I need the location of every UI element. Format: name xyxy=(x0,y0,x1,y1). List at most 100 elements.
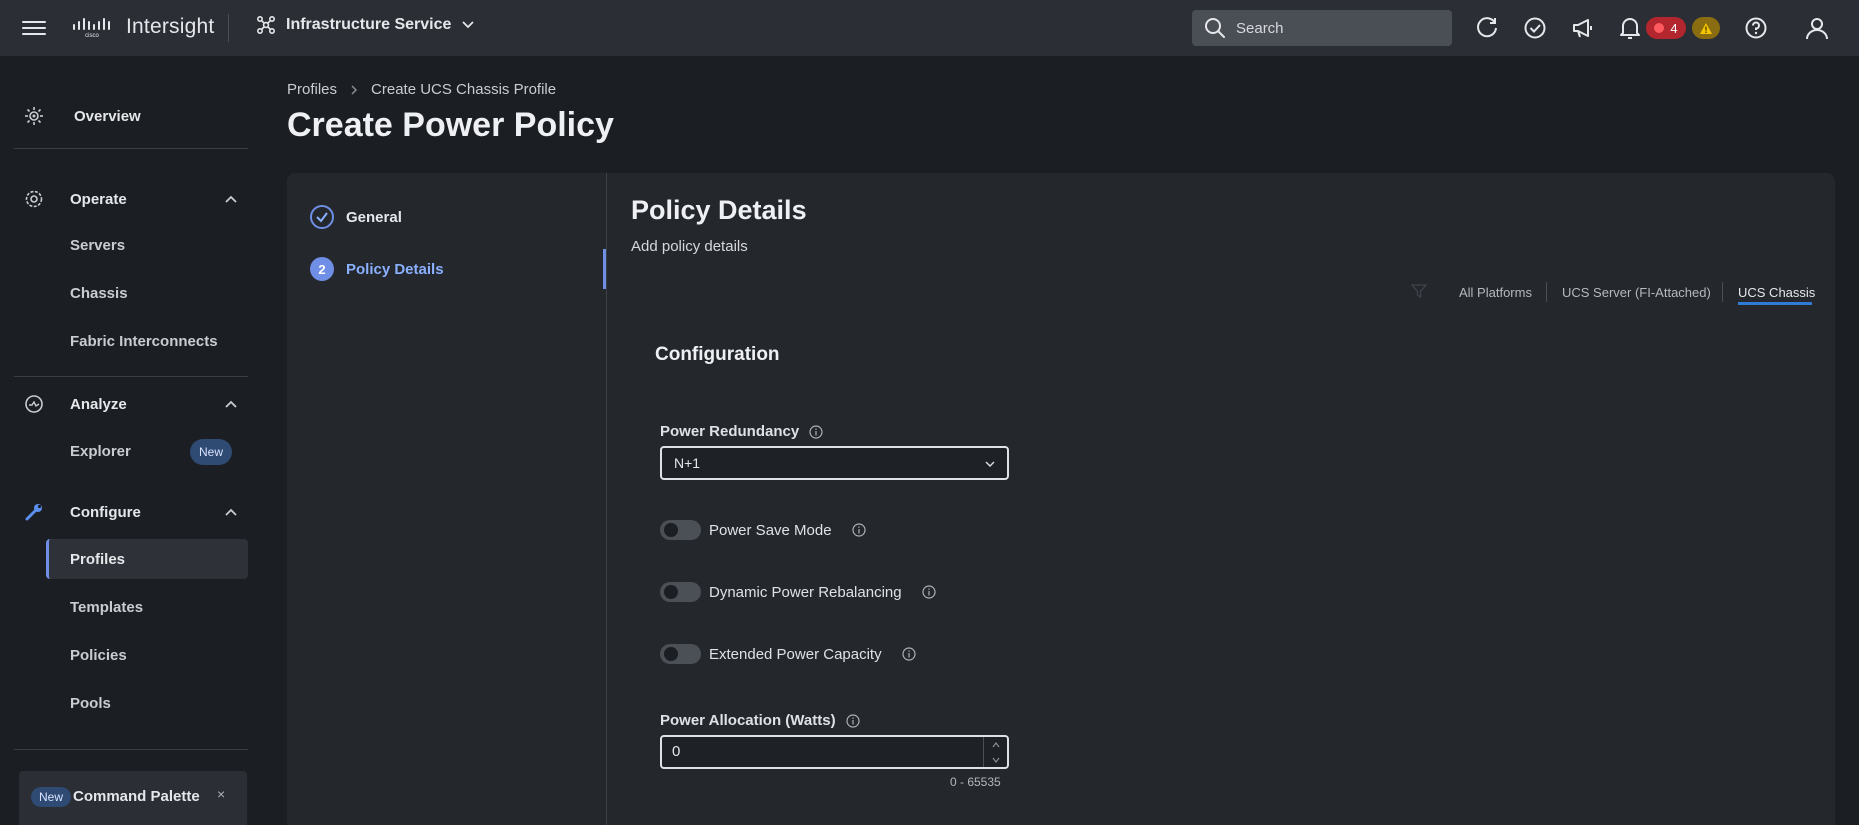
step-label: General xyxy=(346,208,402,226)
cisco-logo[interactable]: cisco xyxy=(72,16,112,38)
info-icon[interactable] xyxy=(921,585,936,599)
step-general[interactable]: General xyxy=(310,205,402,229)
sidebar-item-policies[interactable]: Policies xyxy=(0,637,253,673)
overview-icon xyxy=(25,107,43,125)
operate-icon xyxy=(25,190,43,208)
extended-power-capacity-toggle[interactable] xyxy=(660,644,701,664)
check-circle-icon[interactable] xyxy=(1522,15,1548,41)
alert-critical-icon xyxy=(1654,23,1665,33)
power-redundancy-label: Power Redundancy xyxy=(660,423,823,440)
power-save-mode-row: Power Save Mode xyxy=(660,520,866,540)
hamburger-icon[interactable] xyxy=(22,17,46,39)
chevron-up-icon xyxy=(225,508,237,516)
info-icon[interactable] xyxy=(902,647,916,661)
critical-count: 4 xyxy=(1670,20,1678,36)
toggle-label: Dynamic Power Rebalancing xyxy=(709,583,902,601)
chevron-up-icon xyxy=(225,400,237,408)
platform-tab-divider xyxy=(1546,282,1547,302)
sidebar: Overview Operate Servers Chassis Fabric … xyxy=(0,56,253,825)
check-icon xyxy=(310,205,334,229)
nav-configure-label: Configure xyxy=(70,503,141,521)
sidebar-divider xyxy=(14,148,248,149)
info-icon[interactable] xyxy=(809,424,823,439)
sidebar-item-label: Fabric Interconnects xyxy=(70,332,218,350)
dynamic-power-rebalancing-toggle[interactable] xyxy=(660,582,701,602)
power-allocation-label-text: Power Allocation (Watts) xyxy=(660,712,836,729)
platform-tab-fi-attached[interactable]: UCS Server (FI-Attached) xyxy=(1562,285,1711,300)
breadcrumb-profiles[interactable]: Profiles xyxy=(287,81,337,98)
top-bar: cisco Intersight Infrastructure Service … xyxy=(0,0,1859,56)
command-palette-banner[interactable]: New Command Palette × xyxy=(19,771,247,825)
nav-operate-label: Operate xyxy=(70,190,127,208)
service-switcher[interactable]: Infrastructure Service xyxy=(256,15,475,35)
power-allocation-label: Power Allocation (Watts) xyxy=(660,712,860,729)
sidebar-item-label: Profiles xyxy=(70,550,126,568)
chevron-right-icon xyxy=(351,84,358,95)
service-icon xyxy=(256,15,276,35)
step-number: 2 xyxy=(310,257,334,281)
sidebar-item-servers[interactable]: Servers xyxy=(0,227,253,263)
nav-analyze-label: Analyze xyxy=(70,395,127,413)
chevron-down-icon xyxy=(462,21,475,29)
power-redundancy-label-text: Power Redundancy xyxy=(660,423,800,440)
user-icon[interactable] xyxy=(1804,15,1830,41)
chevron-up-icon xyxy=(225,195,237,203)
stepper-down-icon[interactable] xyxy=(984,752,1007,767)
stepper-up-icon[interactable] xyxy=(984,737,1007,752)
power-allocation-range: 0 - 65535 xyxy=(950,775,1001,789)
nav-analyze[interactable]: Analyze xyxy=(0,386,253,422)
sidebar-item-label: Policies xyxy=(70,646,127,664)
page-title: Create Power Policy xyxy=(287,106,614,144)
megaphone-icon[interactable] xyxy=(1570,15,1596,41)
platform-tab-ucs-chassis[interactable]: UCS Chassis xyxy=(1738,285,1815,300)
close-icon[interactable]: × xyxy=(217,786,225,802)
power-redundancy-select[interactable]: N+1 xyxy=(660,446,1009,480)
refresh-icon[interactable] xyxy=(1474,15,1500,41)
info-icon[interactable] xyxy=(851,523,866,537)
search-input[interactable] xyxy=(1236,19,1436,37)
sidebar-item-chassis[interactable]: Chassis xyxy=(0,275,253,311)
nav-configure[interactable]: Configure xyxy=(0,494,253,530)
sidebar-divider xyxy=(14,376,248,377)
topbar-divider xyxy=(228,14,229,42)
platform-tab-divider xyxy=(1722,282,1723,302)
sidebar-item-label: Explorer xyxy=(70,442,131,460)
info-icon[interactable] xyxy=(845,713,860,728)
step-policy-details[interactable]: 2 Policy Details xyxy=(310,257,444,281)
svg-text:cisco: cisco xyxy=(85,33,99,38)
nav-operate[interactable]: Operate xyxy=(0,181,253,217)
search-icon xyxy=(1205,18,1225,38)
platform-tab-active-underline xyxy=(1738,302,1812,305)
wizard-card xyxy=(287,173,1835,825)
sidebar-item-pools[interactable]: Pools xyxy=(0,685,253,721)
warning-alarms-badge[interactable] xyxy=(1692,17,1720,39)
power-allocation-input[interactable] xyxy=(672,743,952,760)
analyze-icon xyxy=(25,395,43,413)
breadcrumb-create-chassis-profile[interactable]: Create UCS Chassis Profile xyxy=(371,81,556,98)
critical-alarms-badge[interactable]: 4 xyxy=(1646,17,1686,39)
power-save-mode-toggle[interactable] xyxy=(660,520,701,540)
power-allocation-field xyxy=(660,735,1009,769)
nav-overview[interactable]: Overview xyxy=(0,98,253,134)
sidebar-item-fabric-interconnects[interactable]: Fabric Interconnects xyxy=(0,323,253,359)
search-box[interactable] xyxy=(1192,10,1452,46)
sidebar-item-label: Servers xyxy=(70,236,126,254)
breadcrumb: Profiles Create UCS Chassis Profile xyxy=(287,81,556,98)
extended-power-capacity-row: Extended Power Capacity xyxy=(660,644,916,664)
new-badge: New xyxy=(31,787,72,807)
power-allocation-stepper xyxy=(983,737,1007,767)
filter-icon[interactable] xyxy=(1411,283,1427,299)
new-badge: New xyxy=(190,439,232,465)
sidebar-item-label: Pools xyxy=(70,694,111,712)
configuration-title: Configuration xyxy=(655,344,780,365)
wrench-icon xyxy=(25,504,42,521)
sidebar-item-profiles[interactable]: Profiles xyxy=(0,541,253,577)
sidebar-item-templates[interactable]: Templates xyxy=(0,589,253,625)
chevron-down-icon xyxy=(985,461,995,467)
sidebar-divider xyxy=(14,749,248,750)
platform-tab-all[interactable]: All Platforms xyxy=(1459,285,1532,300)
help-icon[interactable] xyxy=(1743,15,1769,41)
active-step-indicator xyxy=(603,249,606,289)
bell-icon[interactable] xyxy=(1617,15,1643,41)
sidebar-item-label: Chassis xyxy=(70,284,128,302)
